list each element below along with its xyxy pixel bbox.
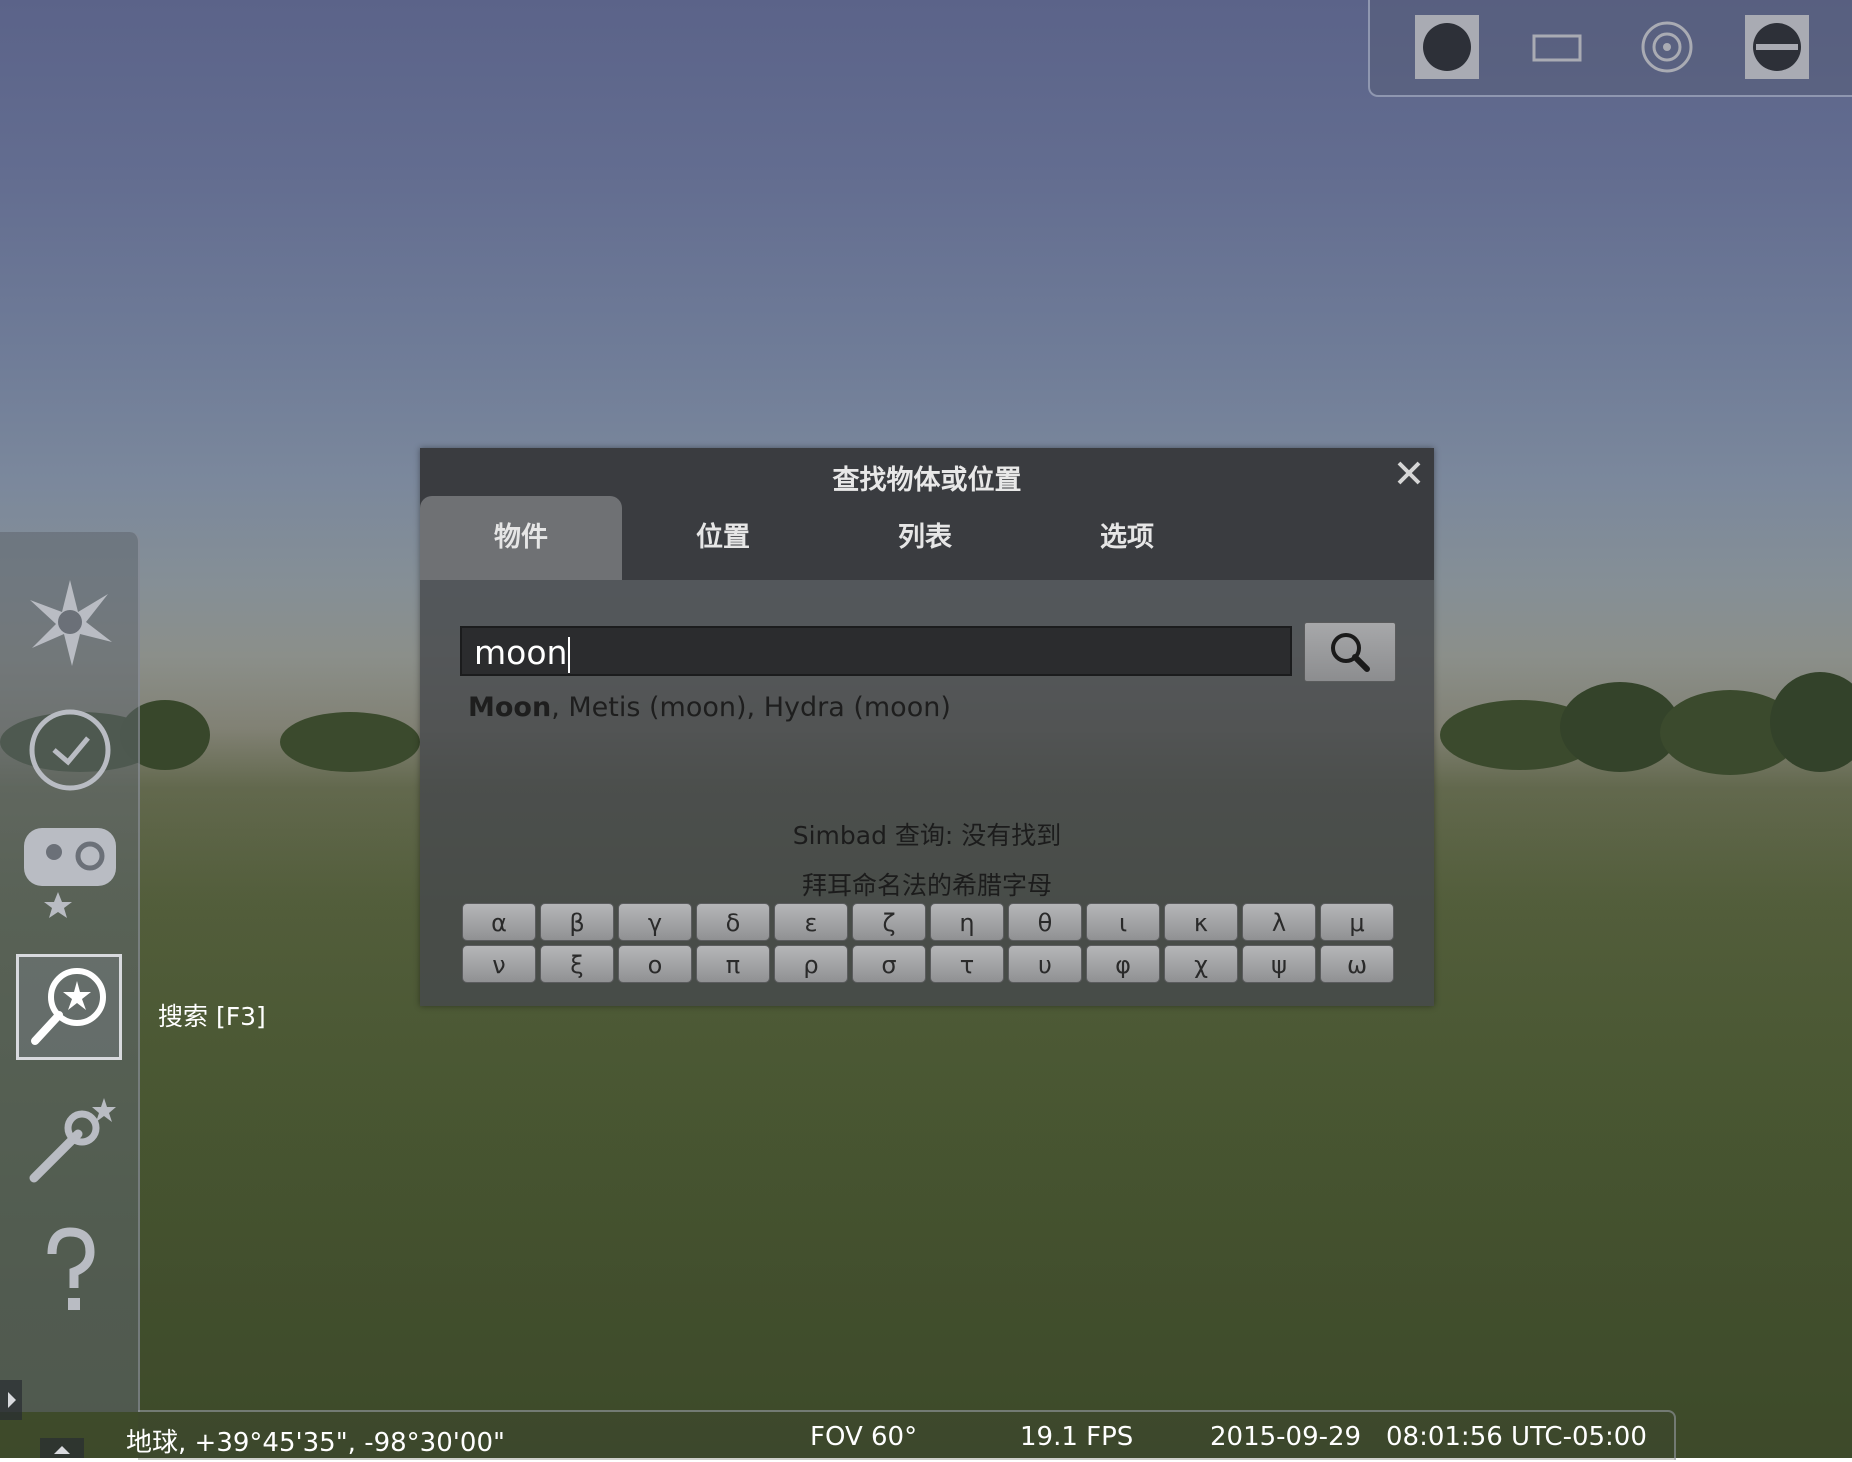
greek-key[interactable]: ξ — [540, 945, 614, 983]
configuration-button[interactable] — [20, 1092, 120, 1192]
close-icon — [1397, 461, 1421, 485]
sky-and-viewing-options-icon — [30, 580, 112, 666]
greek-key[interactable]: λ — [1242, 903, 1316, 941]
toggle-panel-icon — [1745, 15, 1809, 79]
rectangle-mask-button[interactable] — [1524, 14, 1590, 80]
configuration-icon — [29, 1098, 116, 1183]
target-button[interactable] — [1634, 14, 1700, 80]
greek-letters-label: 拜耳命名法的希腊字母 — [801, 871, 1052, 900]
sky-and-viewing-options-button[interactable] — [20, 572, 120, 672]
greek-key[interactable]: θ — [1008, 903, 1082, 941]
greek-key[interactable]: σ — [852, 945, 926, 983]
greek-key[interactable]: δ — [696, 903, 770, 941]
tab-options[interactable]: 选项 — [1026, 496, 1228, 580]
fov-readout: FOV 60° — [810, 1422, 918, 1452]
time-readout: 08:01:56 UTC-05:00 — [1386, 1422, 1647, 1452]
fps-readout: 19.1 FPS — [1020, 1422, 1134, 1452]
search-results: Moon, Metis (moon), Hydra (moon) — [468, 692, 951, 723]
search-input[interactable]: moon — [460, 626, 1292, 676]
tab-lists[interactable]: 列表 — [824, 496, 1026, 580]
left-toolbar — [0, 532, 140, 1412]
greek-key[interactable]: φ — [1086, 945, 1160, 983]
target-icon — [1641, 21, 1693, 73]
greek-key[interactable]: β — [540, 903, 614, 941]
greek-key[interactable]: γ — [618, 903, 692, 941]
greek-key[interactable]: υ — [1008, 945, 1082, 983]
greek-key[interactable]: χ — [1164, 945, 1238, 983]
greek-key[interactable]: ζ — [852, 903, 926, 941]
result-highlighted[interactable]: Moon — [468, 692, 551, 723]
expand-left-bar-button[interactable] — [0, 1380, 22, 1420]
greek-key[interactable]: τ — [930, 945, 1004, 983]
location-readout: 地球, +39°45'35", -98°30'00" — [126, 1428, 505, 1458]
circle-mask-button[interactable] — [1414, 14, 1480, 80]
greek-key[interactable]: ο — [618, 945, 692, 983]
greek-key[interactable]: κ — [1164, 903, 1238, 941]
tab-objects[interactable]: 物件 — [420, 496, 622, 580]
date-readout: 2015-09-29 — [1210, 1422, 1362, 1452]
search-button[interactable] — [1304, 622, 1396, 682]
search-tooltip: 搜索 [F3] — [158, 1002, 266, 1031]
sky-culture-icon — [24, 828, 116, 918]
greek-key[interactable]: ψ — [1242, 945, 1316, 983]
chevron-up-icon — [54, 1446, 70, 1454]
greek-key[interactable]: ω — [1320, 945, 1394, 983]
chevron-right-icon — [8, 1392, 16, 1408]
search-dialog: 查找物体或位置 物件 位置 列表 选项 moon Moon, Metis (mo… — [420, 448, 1434, 1006]
search-input-value: moon — [474, 633, 568, 672]
help-icon — [47, 1227, 95, 1310]
greek-key[interactable]: ε — [774, 903, 848, 941]
circle-mask-icon — [1415, 15, 1479, 79]
greek-key[interactable]: μ — [1320, 903, 1394, 941]
greek-key[interactable]: π — [696, 945, 770, 983]
greek-key[interactable]: η — [930, 903, 1004, 941]
search-window-icon — [31, 968, 106, 1045]
date-time-icon — [29, 709, 111, 791]
search-window-button[interactable] — [16, 954, 122, 1060]
tree-scenery — [280, 712, 420, 772]
help-button[interactable] — [20, 1220, 120, 1320]
greek-key[interactable]: ρ — [774, 945, 848, 983]
view-tools-panel — [1368, 0, 1852, 97]
greek-key[interactable]: α — [462, 903, 536, 941]
result-others[interactable]: , Metis (moon), Hydra (moon) — [551, 692, 951, 723]
dialog-title: 查找物体或位置 — [832, 465, 1022, 496]
date-time-button[interactable] — [20, 700, 120, 800]
greek-key[interactable]: ν — [462, 945, 536, 983]
greek-key[interactable]: ι — [1086, 903, 1160, 941]
simbad-status: Simbad 查询: 没有找到 — [792, 821, 1062, 850]
text-caret — [568, 636, 571, 673]
magnifier-icon — [1331, 633, 1370, 672]
tab-position[interactable]: 位置 — [622, 496, 824, 580]
toggle-panel-button[interactable] — [1744, 14, 1810, 80]
expand-bottom-bar-button[interactable] — [40, 1438, 84, 1458]
rectangle-mask-icon — [1532, 34, 1582, 62]
close-button[interactable] — [1394, 458, 1424, 488]
sky-culture-button[interactable] — [20, 822, 120, 922]
